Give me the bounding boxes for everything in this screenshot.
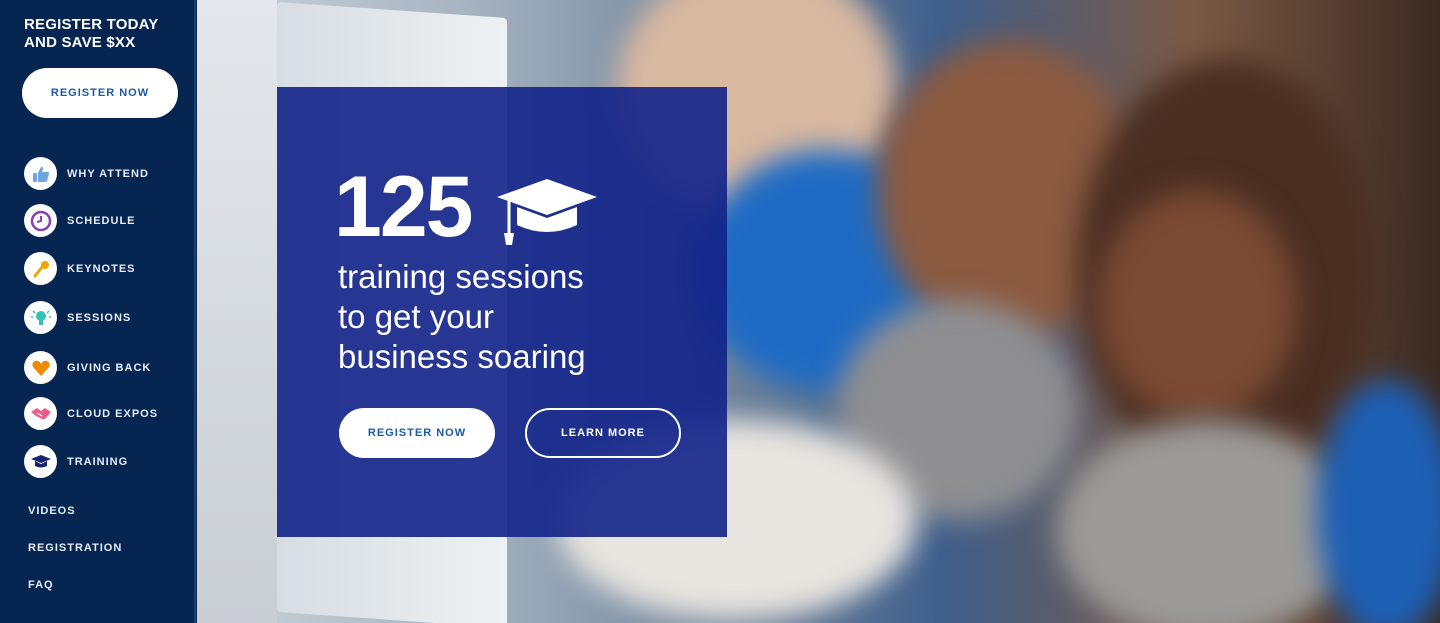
nav-label: KEYNOTES — [67, 262, 136, 275]
lightbulb-icon — [24, 301, 57, 334]
heart-icon — [24, 351, 57, 384]
nav-link-videos[interactable]: VIDEOS — [28, 505, 76, 517]
nav-item-cloud-expos[interactable]: CLOUD EXPOS — [24, 397, 158, 430]
hero-headline: training sessions to get your business s… — [338, 257, 638, 377]
hero-register-button[interactable]: REGISTER NOW — [339, 408, 495, 458]
thumbs-up-icon — [24, 157, 57, 190]
nav-label: SCHEDULE — [67, 214, 136, 227]
graduation-cap-icon — [495, 177, 599, 254]
promo-text: REGISTER TODAY AND SAVE $XX — [24, 16, 184, 52]
nav-link-faq[interactable]: FAQ — [28, 579, 54, 591]
nav-label: SESSIONS — [67, 311, 132, 324]
nav-link-registration[interactable]: REGISTRATION — [28, 542, 122, 554]
sidebar-register-button[interactable]: REGISTER NOW — [22, 68, 178, 118]
nav-label: TRAINING — [67, 455, 129, 468]
sidebar: REGISTER TODAY AND SAVE $XX REGISTER NOW… — [0, 0, 196, 623]
nav-item-giving-back[interactable]: GIVING BACK — [24, 351, 151, 384]
hero-learn-more-button[interactable]: LEARN MORE — [525, 408, 681, 458]
session-count: 125 — [334, 159, 473, 255]
promo-line-2: AND SAVE $XX — [24, 34, 136, 51]
headline-line-1: training sessions — [338, 258, 584, 295]
nav-item-sessions[interactable]: SESSIONS — [24, 301, 131, 334]
nav-label: WHY ATTEND — [67, 167, 149, 180]
headline-line-3: business soaring — [338, 338, 586, 375]
nav-label: CLOUD EXPOS — [67, 407, 159, 420]
handshake-icon — [24, 397, 57, 430]
nav-item-why-attend[interactable]: WHY ATTEND — [24, 157, 149, 190]
nav-item-training[interactable]: TRAINING — [24, 445, 128, 478]
hero-overlay-panel: 125 training sessions to get your busine… — [277, 87, 727, 537]
microphone-icon — [24, 252, 57, 285]
graduation-cap-icon — [24, 445, 57, 478]
clock-icon — [24, 204, 57, 237]
hero-banner: 125 training sessions to get your busine… — [197, 0, 1440, 623]
headline-line-2: to get your — [338, 298, 494, 335]
nav-item-schedule[interactable]: SCHEDULE — [24, 204, 136, 237]
promo-line-1: REGISTER TODAY — [24, 16, 159, 33]
nav-label: GIVING BACK — [67, 361, 152, 374]
nav-item-keynotes[interactable]: KEYNOTES — [24, 252, 136, 285]
